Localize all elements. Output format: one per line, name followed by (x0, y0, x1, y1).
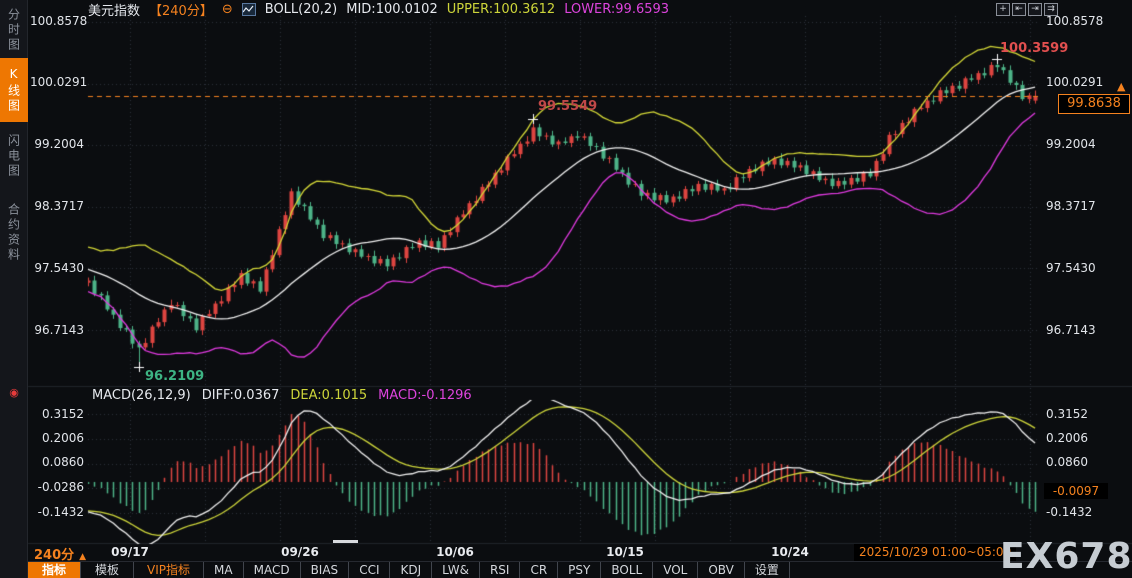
sidebar-item-timeshare[interactable]: 分时图 (0, 4, 28, 56)
indicator-chart-icon[interactable] (241, 3, 256, 16)
macd-label-right: -0.1432 (1046, 505, 1093, 519)
chart-application: 分时图 K线图 闪电图 合约资料 ◉ 美元指数 【240分】 ⊖ BOLL(20… (0, 0, 1132, 578)
macd-label-right: 0.0860 (1046, 455, 1088, 469)
collapse-icon[interactable]: ⊖ (222, 2, 233, 17)
date-tick: 10/15 (606, 545, 644, 559)
scale-right-icon[interactable]: ⇥ (1028, 3, 1042, 16)
macd-label-left: -0.1432 (37, 505, 84, 519)
toolbar-lw[interactable]: LW& (432, 562, 480, 578)
toolbar-rsi[interactable]: RSI (480, 562, 521, 578)
indicator-toolbar: 指标 模板 VIP指标 MA MACD BIAS CCI KDJ LW& RSI… (28, 561, 1132, 578)
pan-right-icon[interactable]: ⇉ (1044, 3, 1058, 16)
price-label-left: 98.3717 (34, 199, 84, 213)
price-up-arrow-icon: ▲ (1117, 80, 1126, 93)
sidebar-item-contract-info[interactable]: 合约资料 (0, 190, 28, 276)
price-label-right: 99.2004 (1046, 137, 1096, 151)
toolbar-obv[interactable]: OBV (698, 562, 745, 578)
price-label-right: 100.8578 (1046, 14, 1104, 28)
chart-canvas[interactable] (0, 0, 1132, 578)
toolbar-psy[interactable]: PSY (558, 562, 602, 578)
toolbar-boll[interactable]: BOLL (601, 562, 654, 578)
macd-latest-badge: -0.0097 (1044, 483, 1108, 499)
toolbar-vol[interactable]: VOL (653, 562, 699, 578)
price-label-right: 97.5430 (1046, 261, 1096, 275)
sidebar-item-kline[interactable]: K线图 (0, 58, 28, 122)
boll-upper-value: UPPER:100.3612 (446, 2, 556, 17)
toolbar-kdj[interactable]: KDJ (390, 562, 433, 578)
date-tick: 09/26 (281, 545, 319, 559)
chart-header: 美元指数 【240分】 ⊖ BOLL(20,2) MID:100.0102 UP… (88, 1, 670, 19)
price-label-left: 99.2004 (34, 137, 84, 151)
annotation-swing-high: 99.5549 (538, 99, 598, 114)
macd-diff-value: DIFF:0.0367 (201, 388, 280, 403)
last-price-badge: 99.8638 (1058, 94, 1130, 114)
date-tick: 10/06 (436, 545, 474, 559)
macd-label-left: 0.2006 (42, 431, 84, 445)
date-tick: 09/17 (111, 545, 149, 559)
price-label-left: 100.0291 (30, 75, 88, 89)
annotation-high: 100.3599 (1000, 41, 1069, 56)
price-label-right: 98.3717 (1046, 199, 1096, 213)
macd-hist-value: MACD:-0.1296 (378, 388, 472, 403)
toolbar-cci[interactable]: CCI (349, 562, 391, 578)
macd-header: MACD(26,12,9) DIFF:0.0367 DEA:0.1015 MAC… (92, 388, 472, 403)
move-tool-icon[interactable]: + (996, 3, 1010, 16)
symbol-name: 美元指数 (88, 4, 141, 19)
price-label-left: 100.8578 (30, 14, 88, 28)
annotation-low: 96.2109 (145, 369, 205, 384)
toolbar-vip-indicator[interactable]: VIP指标 (134, 562, 205, 578)
sidebar-item-lightning[interactable]: 闪电图 (0, 126, 28, 186)
price-label-right: 100.0291 (1046, 75, 1104, 89)
toolbar-settings[interactable]: 设置 (745, 562, 790, 578)
toolbar-macd[interactable]: MACD (244, 562, 301, 578)
date-tick: 10/24 (771, 545, 809, 559)
macd-label-left: 0.0860 (42, 455, 84, 469)
chart-tools: + ⇤ ⇥ ⇉ (996, 3, 1058, 16)
scrollbar-thumb[interactable] (333, 540, 358, 543)
toolbar-ma[interactable]: MA (204, 562, 244, 578)
macd-label-left: -0.0286 (37, 480, 84, 494)
sidebar: 分时图 K线图 闪电图 合约资料 ◉ (0, 0, 28, 578)
toolbar-cr[interactable]: CR (520, 562, 559, 578)
toolbar-indicator[interactable]: 指标 (28, 562, 82, 578)
toolbar-template[interactable]: 模板 (81, 562, 135, 578)
alarm-icon[interactable]: ◉ (0, 386, 28, 399)
boll-mid-value: MID:100.0102 (346, 2, 438, 17)
price-label-left: 96.7143 (34, 323, 84, 337)
boll-label: BOLL(20,2) (264, 2, 338, 17)
macd-label-left: 0.3152 (42, 407, 84, 421)
macd-label-right: 0.2006 (1046, 431, 1088, 445)
period-label: 【240分】 (149, 4, 213, 19)
scale-left-icon[interactable]: ⇤ (1012, 3, 1026, 16)
toolbar-bias[interactable]: BIAS (301, 562, 350, 578)
price-label-right: 96.7143 (1046, 323, 1096, 337)
macd-params: MACD(26,12,9) (92, 388, 191, 403)
macd-dea-value: DEA:0.1015 (290, 388, 368, 403)
macd-label-right: 0.3152 (1046, 407, 1088, 421)
price-label-left: 97.5430 (34, 261, 84, 275)
watermark: EX678 (1000, 536, 1132, 577)
time-axis: 240分 ▲ 09/17 09/26 10/06 10/15 10/24 2025… (28, 544, 1132, 563)
latest-bar-time: 2025/10/29 01:00~05:00 (854, 544, 1017, 561)
boll-lower-value: LOWER:99.6593 (564, 2, 670, 17)
